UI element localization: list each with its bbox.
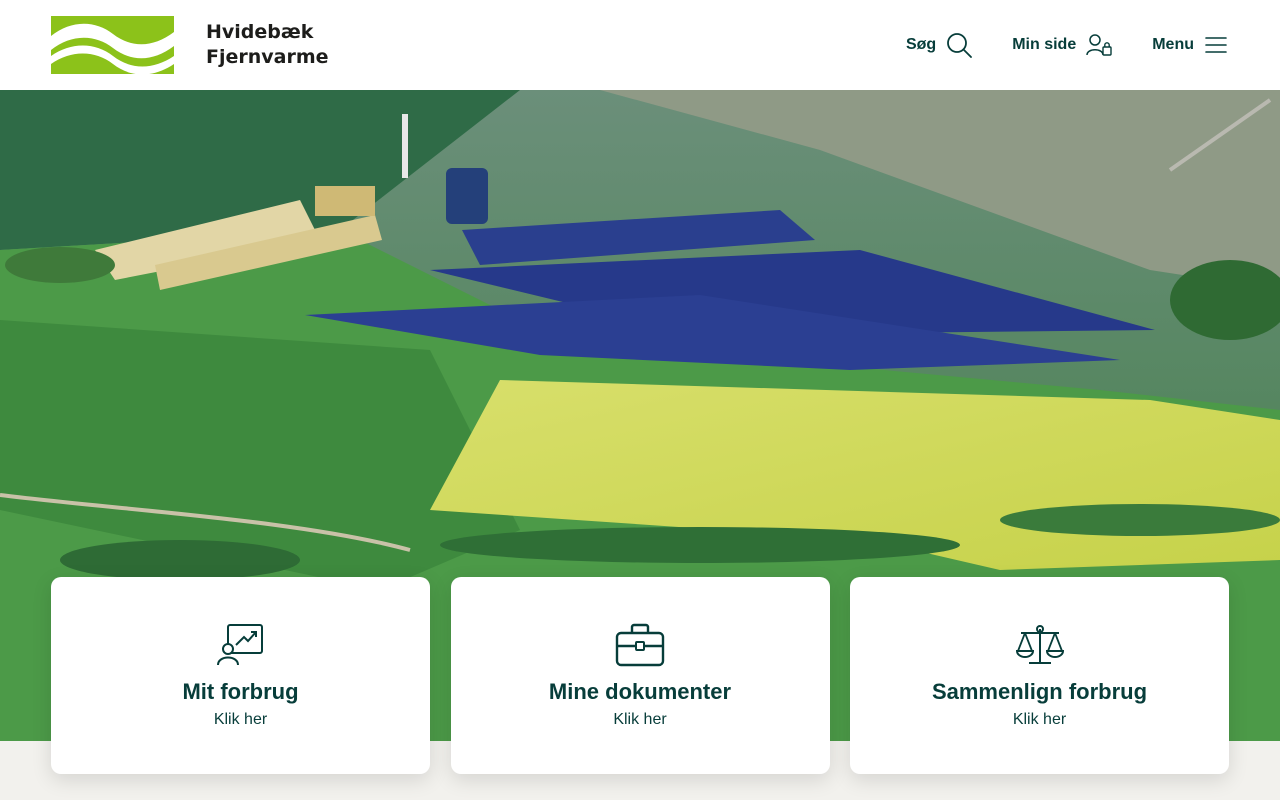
menu-label: Menu <box>1152 36 1194 53</box>
logo-mark-icon <box>51 16 174 74</box>
brand-line-1: Hvidebæk <box>206 21 314 43</box>
logo[interactable]: Hvidebæk Fjernvarme <box>51 16 329 74</box>
quick-link-my-documents[interactable]: Mine dokumenter Klik her <box>450 577 830 774</box>
card-subtitle: Klik her <box>613 711 667 728</box>
card-title: Mit forbrug <box>182 679 299 704</box>
search-label: Søg <box>905 36 937 53</box>
my-page-button[interactable]: Min side <box>1012 34 1112 56</box>
quick-link-compare-consumption[interactable]: Sammenlign forbrug Klik her <box>850 577 1229 774</box>
site-header: Hvidebæk Fjernvarme Søg Min side Menu <box>0 0 1280 90</box>
my-page-label: Min side <box>1012 36 1077 53</box>
header-nav: Søg Min side Menu <box>906 28 1228 62</box>
card-subtitle: Klik her <box>213 711 268 728</box>
menu-button[interactable]: Menu <box>1152 35 1228 55</box>
brand-name: Hvidebæk Fjernvarme <box>206 20 329 70</box>
briefcase-icon <box>615 623 665 667</box>
quick-link-my-consumption[interactable]: Mit forbrug Klik her <box>51 577 430 774</box>
card-title: Sammenlign forbrug <box>931 679 1148 704</box>
hamburger-icon <box>1205 37 1227 53</box>
search-icon <box>947 33 973 58</box>
chart-screen-icon <box>216 624 263 666</box>
brand-line-2: Fjernvarme <box>206 46 329 68</box>
user-lock-icon <box>1086 34 1112 56</box>
card-title: Mine dokumenter <box>548 679 732 704</box>
search-button[interactable]: Søg <box>905 32 973 58</box>
quick-links: Mit forbrug Klik her Mine dokumenter Kli… <box>51 577 1229 774</box>
scale-icon <box>1015 625 1064 664</box>
card-subtitle: Klik her <box>1012 711 1067 728</box>
